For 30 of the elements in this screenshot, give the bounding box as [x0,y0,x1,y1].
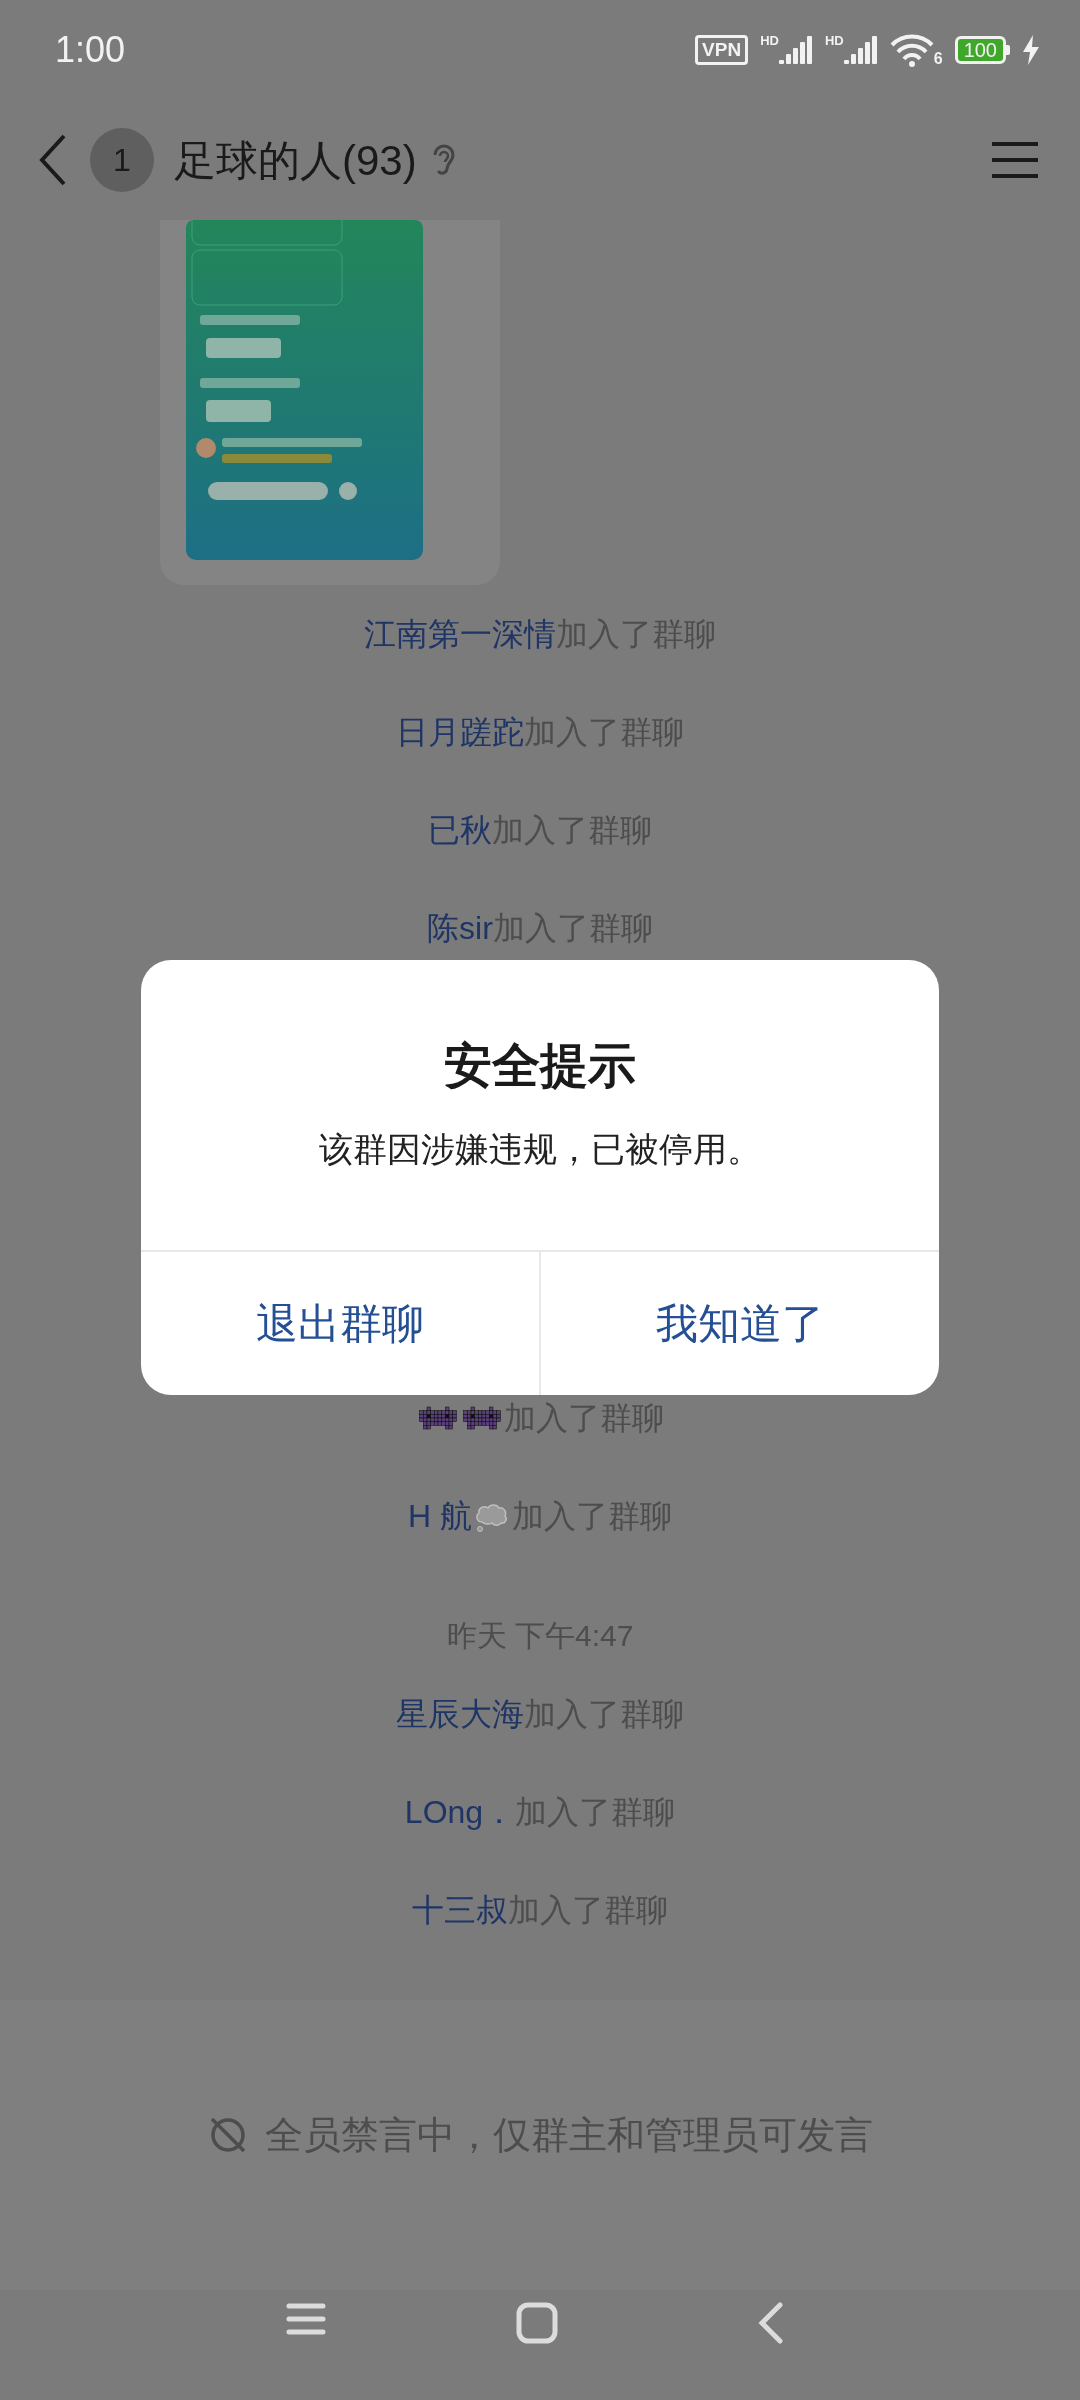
menu-icon[interactable] [990,140,1040,180]
signal-icon [778,34,813,66]
member-name[interactable]: 已秋 [428,806,492,854]
dialog-button[interactable]: 我知道了 [539,1252,939,1395]
dialog-title: 安全提示 [444,1038,636,1094]
back-icon[interactable] [758,2302,784,2344]
dialog-message: 该群因涉嫌违规，已被停用。 [319,1129,761,1170]
member-name[interactable]: LOng． [404,1788,516,1836]
member-name[interactable]: 陈sir [427,904,493,952]
vpn-indicator: VPN [695,35,749,65]
charging-bolt-icon [1022,35,1040,65]
member-name[interactable]: 江南第一深情 [364,610,556,658]
hd-label: HD [760,34,779,48]
member-name[interactable]: 十三叔 [412,1886,508,1934]
recents-icon[interactable] [286,2302,326,2336]
clock: 1:00 [55,28,126,72]
home-icon[interactable] [516,2302,558,2344]
wifi-icon [889,33,934,67]
signal-icon [843,34,878,66]
battery-level: 100 [954,36,1006,64]
member-name[interactable]: 星辰大海 [396,1690,524,1738]
hd-label: HD [824,34,844,48]
member-name[interactable]: 日月蹉跎 [396,708,524,756]
dialog-button[interactable]: 退出群聊 [141,1252,539,1395]
member-name[interactable]: H 航 [408,1492,472,1540]
unread-badge: 1 [90,128,154,192]
image-bubble[interactable] [160,220,500,585]
wifi-label: 6 [933,51,943,67]
chat-title: 足球的人(93) [174,135,417,186]
back-icon[interactable] [38,133,68,187]
